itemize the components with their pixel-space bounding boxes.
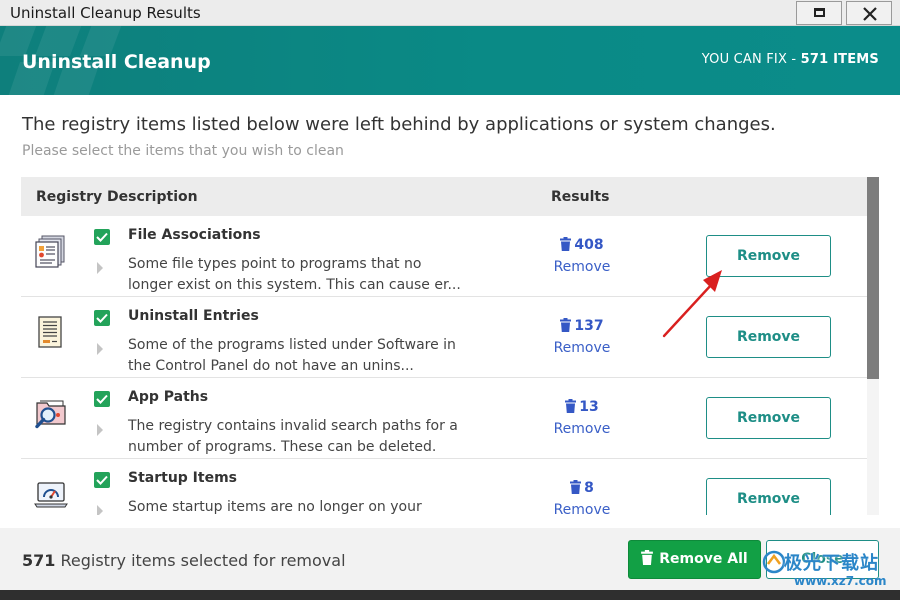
row-description: The registry contains invalid search pat… — [128, 418, 458, 455]
row-count-value: 408 — [574, 237, 604, 253]
registry-table: Registry Description Results File Associ… — [21, 177, 879, 515]
fix-count: 571 ITEMS — [800, 52, 879, 67]
trash-icon — [560, 318, 572, 332]
table-scrollbar[interactable] — [867, 177, 879, 515]
maximize-button[interactable] — [796, 1, 842, 25]
checkmark-icon — [96, 394, 108, 404]
window-title: Uninstall Cleanup Results — [10, 4, 201, 22]
checkmark-icon — [96, 232, 108, 242]
watermark-url: www.xz7.com — [794, 574, 887, 588]
row-checkbox[interactable] — [94, 229, 110, 245]
row-count: 13 — [541, 399, 623, 415]
table-rows: File Associations Some file types point … — [21, 216, 867, 515]
trash-icon — [565, 399, 577, 413]
row-description: Some of the programs listed under Softwa… — [128, 337, 456, 374]
row-count-value: 137 — [574, 318, 604, 334]
watermark-text: 极光下载站 — [784, 553, 879, 574]
row-description: Some startup items are no longer on your — [128, 499, 422, 515]
row-checkbox[interactable] — [94, 472, 110, 488]
selection-summary: 571 Registry items selected for removal — [22, 551, 346, 570]
title-bar: Uninstall Cleanup Results — [0, 0, 900, 26]
row-remove-link[interactable]: Remove — [541, 259, 623, 275]
row-remove-link[interactable]: Remove — [541, 502, 623, 515]
row-remove-button[interactable]: Remove — [706, 478, 831, 515]
row-count: 8 — [541, 480, 623, 496]
scrollbar-thumb[interactable] — [867, 177, 879, 379]
selected-count: 571 — [22, 551, 56, 570]
row-title: Startup Items — [128, 470, 237, 486]
expand-chevron-icon[interactable] — [97, 343, 103, 355]
remove-all-button[interactable]: Remove All — [628, 540, 761, 579]
watermark-logo-icon — [762, 550, 786, 574]
row-remove-button[interactable]: Remove — [706, 235, 831, 277]
trash-icon — [560, 237, 572, 251]
table-row: File Associations Some file types point … — [21, 216, 867, 297]
table-row: App Paths The registry contains invalid … — [21, 378, 867, 459]
row-remove-link[interactable]: Remove — [541, 421, 623, 437]
remove-all-label: Remove All — [659, 551, 748, 567]
startup-items-icon — [34, 482, 68, 508]
row-remove-button[interactable]: Remove — [706, 397, 831, 439]
table-header: Registry Description Results — [21, 177, 867, 216]
app-paths-icon — [35, 400, 66, 429]
close-window-button[interactable] — [846, 1, 892, 25]
intro-subtitle: Please select the items that you wish to… — [22, 143, 344, 159]
row-checkbox[interactable] — [94, 310, 110, 326]
checkmark-icon — [96, 475, 108, 485]
row-remove-link[interactable]: Remove — [541, 340, 623, 356]
row-title: File Associations — [128, 227, 261, 243]
fix-label: YOU CAN FIX - — [701, 52, 801, 67]
checkmark-icon — [96, 313, 108, 323]
row-remove-button[interactable]: Remove — [706, 316, 831, 358]
intro-title: The registry items listed below were lef… — [22, 114, 776, 135]
expand-chevron-icon[interactable] — [97, 505, 103, 515]
column-header-description: Registry Description — [36, 189, 198, 205]
close-icon — [863, 7, 877, 21]
header-banner: Uninstall Cleanup YOU CAN FIX - 571 ITEM… — [0, 26, 900, 95]
file-associations-icon — [35, 235, 65, 268]
row-checkbox[interactable] — [94, 391, 110, 407]
row-count-value: 8 — [584, 480, 594, 496]
uninstall-cleanup-window: Uninstall Cleanup Results Uninstall Clea… — [0, 0, 900, 590]
selected-text: Registry items selected for removal — [55, 551, 346, 570]
row-title: App Paths — [128, 389, 209, 405]
uninstall-entries-icon — [38, 316, 62, 348]
maximize-icon — [814, 8, 825, 17]
row-count: 137 — [541, 318, 623, 334]
row-title: Uninstall Entries — [128, 308, 259, 324]
trash-icon — [570, 480, 582, 494]
watermark: 极光下载站 www.xz7.com — [762, 548, 894, 594]
table-row: Uninstall Entries Some of the programs l… — [21, 297, 867, 378]
header-title: Uninstall Cleanup — [22, 51, 211, 73]
fix-summary: YOU CAN FIX - 571 ITEMS — [702, 52, 879, 67]
row-description: Some file types point to programs that n… — [128, 256, 461, 293]
row-count-value: 13 — [579, 399, 599, 415]
column-header-results: Results — [551, 189, 610, 205]
table-row: Startup Items Some startup items are no … — [21, 459, 867, 515]
row-count: 408 — [541, 237, 623, 253]
trash-icon — [641, 550, 654, 565]
expand-chevron-icon[interactable] — [97, 262, 103, 274]
expand-chevron-icon[interactable] — [97, 424, 103, 436]
